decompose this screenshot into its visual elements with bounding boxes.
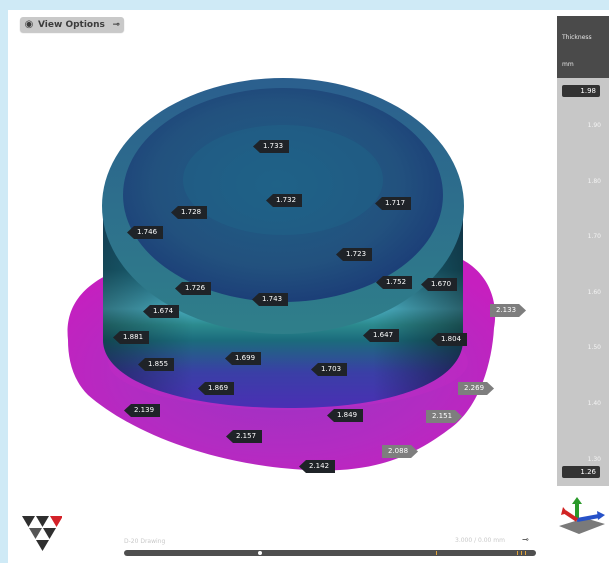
thickness-label[interactable]: 1.699 [225, 352, 262, 365]
timeline-marker [517, 551, 518, 555]
eye-icon: ◉ [24, 19, 34, 30]
scale-caption: 3.000 / 0.00 mm [455, 537, 505, 544]
thickness-label[interactable]: 1.804 [431, 333, 468, 346]
thickness-label[interactable]: 1.746 [127, 226, 164, 239]
part-model[interactable] [8, 10, 609, 563]
legend-tick-label: 1.60 [587, 289, 601, 296]
timeline-slider[interactable] [124, 550, 536, 556]
thickness-label[interactable]: 2.151 [426, 410, 462, 423]
view-options-label: View Options [38, 19, 105, 30]
legend-tick-label: 1.70 [587, 233, 601, 240]
thickness-label[interactable]: 2.139 [124, 404, 161, 417]
drawing-caption: D-20 Drawing [124, 538, 166, 545]
timeline-marker [525, 551, 526, 555]
legend-tick-label: 1.30 [587, 456, 601, 463]
thickness-legend: Thickness mm 1.98 1.90 1.80 1.70 1.60 1.50 1.… [557, 16, 609, 486]
logo-icon [22, 516, 62, 551]
thickness-label[interactable]: 1.849 [327, 409, 364, 422]
view-options-button[interactable]: ◉ View Options ⊸ [20, 17, 124, 32]
thickness-label[interactable]: 2.157 [226, 430, 263, 443]
legend-unit: mm [562, 61, 574, 68]
timeline-handle[interactable] [258, 551, 262, 555]
thickness-label[interactable]: 1.647 [363, 329, 400, 342]
legend-tick-label: 1.40 [587, 400, 601, 407]
thickness-label[interactable]: 1.881 [113, 331, 150, 344]
thickness-label[interactable]: 1.743 [252, 293, 289, 306]
pin-icon[interactable]: ⊸ [522, 535, 529, 544]
thickness-label[interactable]: 1.670 [421, 278, 458, 291]
thickness-label[interactable]: 1.732 [266, 194, 303, 207]
thickness-label[interactable]: 2.133 [490, 304, 526, 317]
thickness-label[interactable]: 1.733 [253, 140, 290, 153]
legend-tick-label: 1.80 [587, 178, 601, 185]
thickness-label[interactable]: 2.142 [299, 460, 336, 473]
legend-tick-label: 1.50 [587, 344, 601, 351]
timeline-marker [521, 551, 522, 555]
timeline-marker [436, 551, 437, 555]
legend-max-value[interactable]: 1.98 [562, 85, 600, 97]
thickness-label[interactable]: 1.703 [311, 363, 348, 376]
thickness-label[interactable]: 1.869 [198, 382, 235, 395]
thickness-label[interactable]: 1.717 [375, 197, 412, 210]
axis-triad-icon[interactable] [555, 496, 609, 536]
legend-header: Thickness mm [557, 16, 609, 78]
legend-tick-label: 1.90 [587, 122, 601, 129]
legend-title: Thickness [562, 34, 592, 41]
thickness-label[interactable]: 1.726 [175, 282, 212, 295]
viewport-3d[interactable]: ◉ View Options ⊸ 1.733 1.732 1.728 1.717 1.7… [8, 10, 609, 563]
thickness-label[interactable]: 1.855 [138, 358, 175, 371]
pin-icon[interactable]: ⊸ [112, 20, 120, 30]
thickness-label[interactable]: 1.674 [143, 305, 180, 318]
thickness-label[interactable]: 2.088 [382, 445, 418, 458]
thickness-label[interactable]: 1.723 [336, 248, 373, 261]
legend-min-value[interactable]: 1.26 [562, 466, 600, 478]
thickness-label[interactable]: 1.728 [171, 206, 208, 219]
thickness-label[interactable]: 1.752 [376, 276, 413, 289]
thickness-label[interactable]: 2.269 [458, 382, 494, 395]
